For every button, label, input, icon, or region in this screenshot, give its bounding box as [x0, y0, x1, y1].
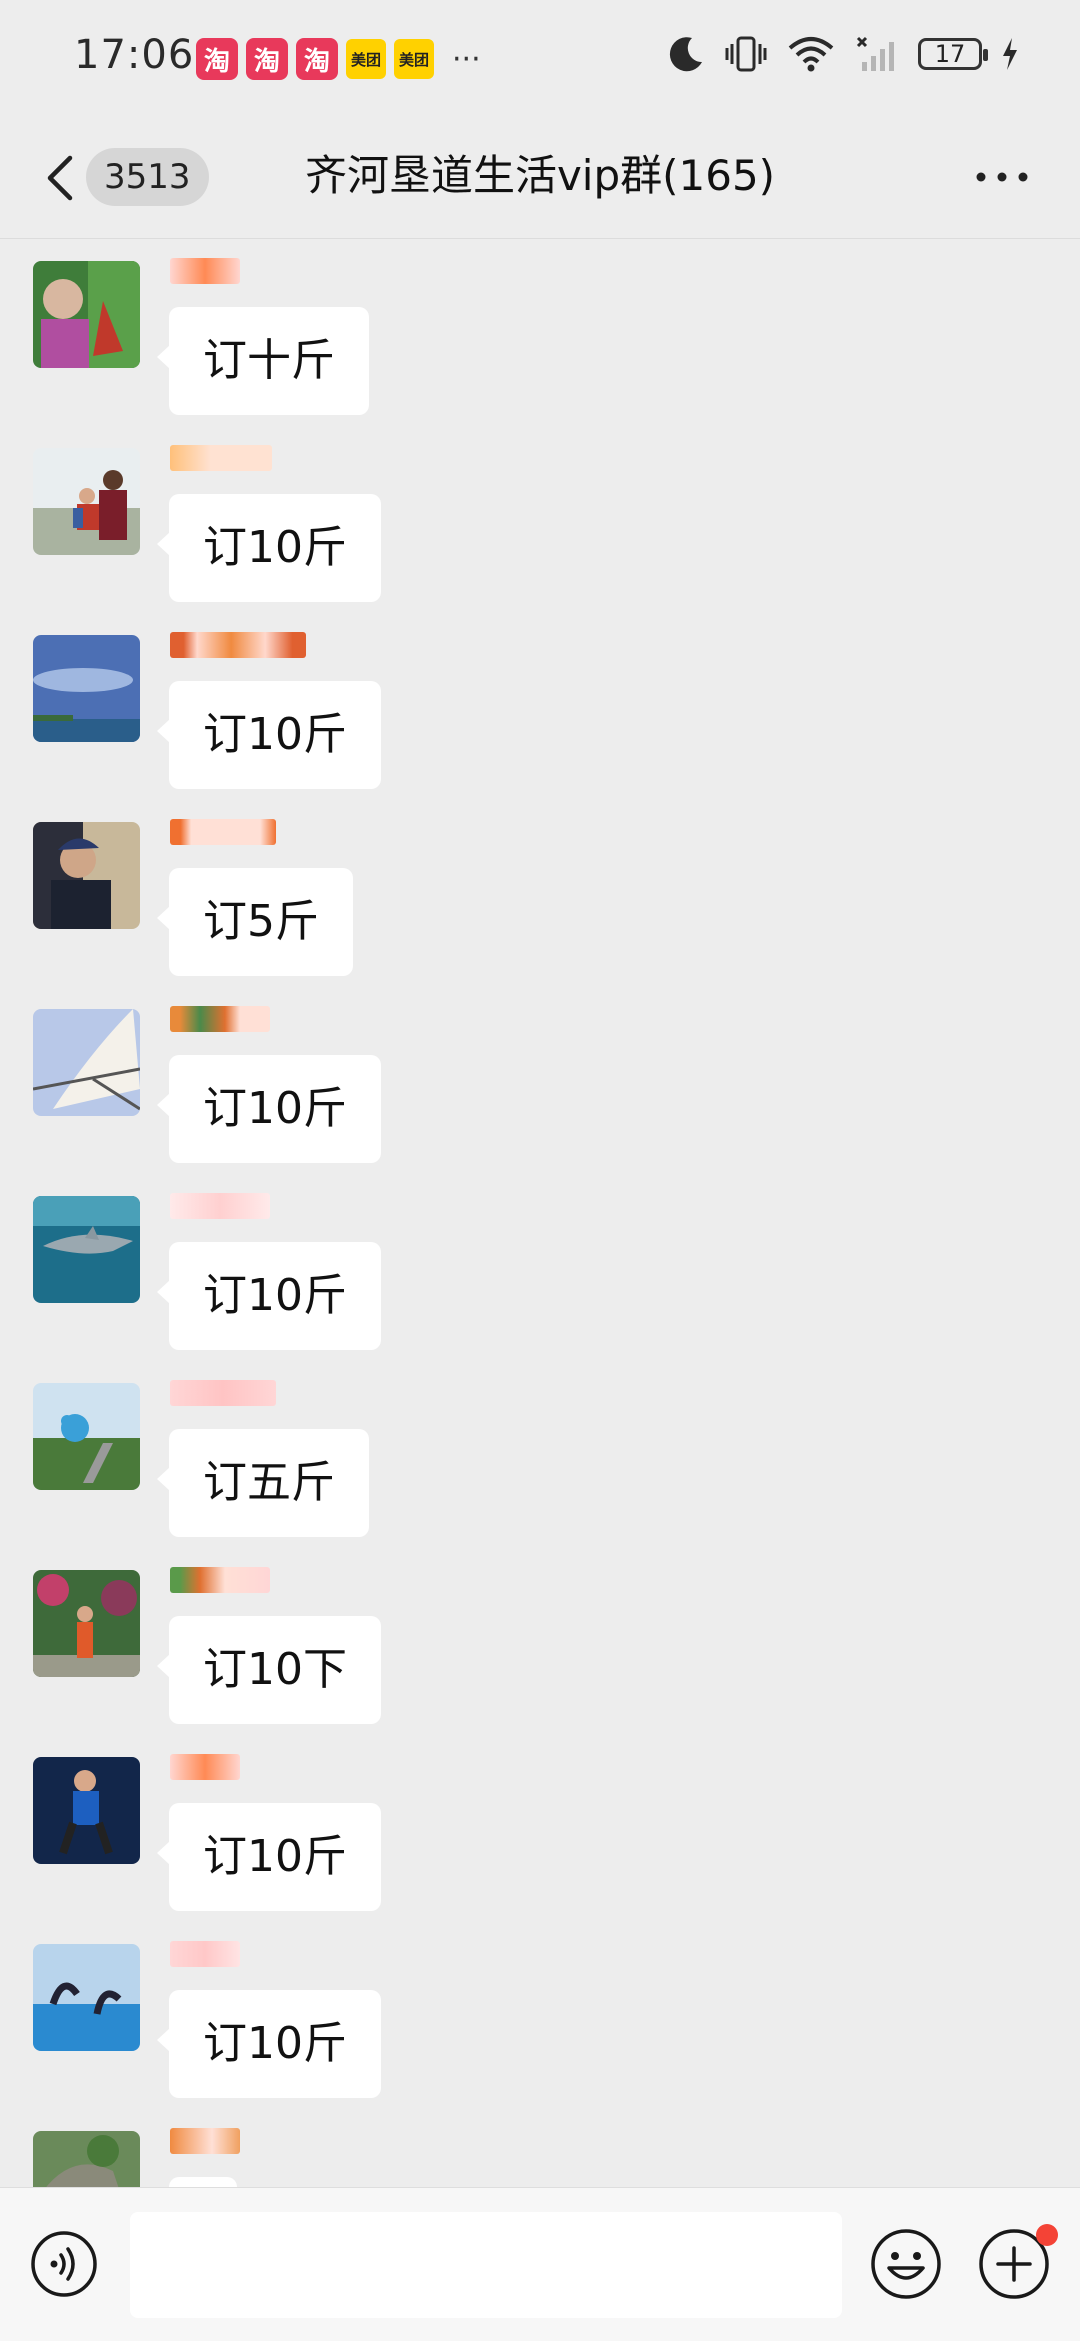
- avatar[interactable]: [33, 261, 140, 368]
- message-row: 订10斤: [0, 1006, 1080, 1193]
- sender-name-pixelated: [170, 1193, 270, 1219]
- message-row: 订10斤: [0, 1193, 1080, 1380]
- avatar[interactable]: [33, 1383, 140, 1490]
- sender-name-pixelated: [170, 1754, 240, 1780]
- vibrate-icon: [725, 36, 767, 72]
- message-bubble[interactable]: 订10斤: [157, 1055, 381, 1163]
- message-bubble[interactable]: 订10斤: [157, 494, 381, 602]
- avatar[interactable]: [33, 1009, 140, 1116]
- avatar[interactable]: [33, 822, 140, 929]
- battery-level: 17: [934, 40, 966, 68]
- message-row: 订10斤: [0, 445, 1080, 632]
- sender-name-pixelated: [170, 258, 240, 284]
- message-row: 订10斤: [0, 632, 1080, 819]
- message-bubble[interactable]: 订10斤: [157, 1990, 381, 2098]
- emoji-icon[interactable]: [870, 2228, 942, 2300]
- sender-name-pixelated: [170, 1567, 270, 1593]
- sender-name-pixelated: [170, 1380, 276, 1406]
- taobao-icon: 淘: [246, 38, 288, 80]
- sender-name-pixelated: [170, 2128, 240, 2154]
- message-row: 订10斤: [0, 1754, 1080, 1941]
- chat-header: 3513 齐河垦道生活vip群(165): [0, 120, 1080, 239]
- message-bubble[interactable]: 订5斤: [157, 868, 353, 976]
- voice-icon[interactable]: [30, 2230, 98, 2298]
- avatar[interactable]: [33, 448, 140, 555]
- taobao-icon: 淘: [196, 38, 238, 80]
- moon-icon: [669, 37, 702, 72]
- message-bubble[interactable]: 订10斤: [157, 1803, 381, 1911]
- avatar[interactable]: [33, 1757, 140, 1864]
- avatar[interactable]: [33, 1570, 140, 1677]
- battery-icon: 17: [918, 38, 988, 70]
- sender-name-pixelated: [170, 632, 306, 658]
- page-title: 齐河垦道生活vip群(165): [304, 151, 776, 200]
- avatar[interactable]: [33, 1196, 140, 1303]
- more-dots-icon[interactable]: [974, 162, 1030, 192]
- message-bubble[interactable]: 订10下: [157, 1616, 381, 1724]
- sender-name-pixelated: [170, 819, 276, 845]
- message-input[interactable]: [130, 2212, 842, 2318]
- status-time: 17:06: [74, 32, 195, 78]
- notification-dot: [1036, 2224, 1058, 2246]
- message-bubble[interactable]: 订五斤: [157, 1429, 369, 1537]
- notification-icons: 淘 淘 淘 美团 美团 ···: [196, 38, 481, 80]
- message-bubble[interactable]: 订10斤: [157, 1242, 381, 1350]
- sender-name-pixelated: [170, 445, 272, 471]
- message-row: 订5斤: [0, 819, 1080, 1006]
- sender-name-pixelated: [170, 1941, 240, 1967]
- message-row: 订10下: [0, 1567, 1080, 1754]
- meituan-icon: 美团: [394, 39, 434, 79]
- sender-name-pixelated: [170, 1006, 270, 1032]
- message-bubble[interactable]: 订十斤: [157, 307, 369, 415]
- meituan-icon: 美团: [346, 39, 386, 79]
- message-row: 订10斤: [0, 1941, 1080, 2128]
- message-bubble[interactable]: 订10斤: [157, 681, 381, 789]
- more-notifications-icon: ···: [452, 41, 481, 77]
- wifi-icon: [788, 37, 834, 72]
- taobao-icon: 淘: [296, 38, 338, 80]
- system-icons: 17: [666, 34, 1020, 74]
- charging-icon: [1003, 38, 1017, 70]
- message-row: 订十斤: [0, 258, 1080, 445]
- avatar[interactable]: [33, 635, 140, 742]
- signal-icon: [856, 36, 894, 71]
- avatar[interactable]: [33, 1944, 140, 2051]
- input-bar: [0, 2187, 1080, 2341]
- status-bar: 17:06 淘 淘 淘 美团 美团 ··· 17: [0, 0, 1080, 120]
- message-row: 订五斤: [0, 1380, 1080, 1567]
